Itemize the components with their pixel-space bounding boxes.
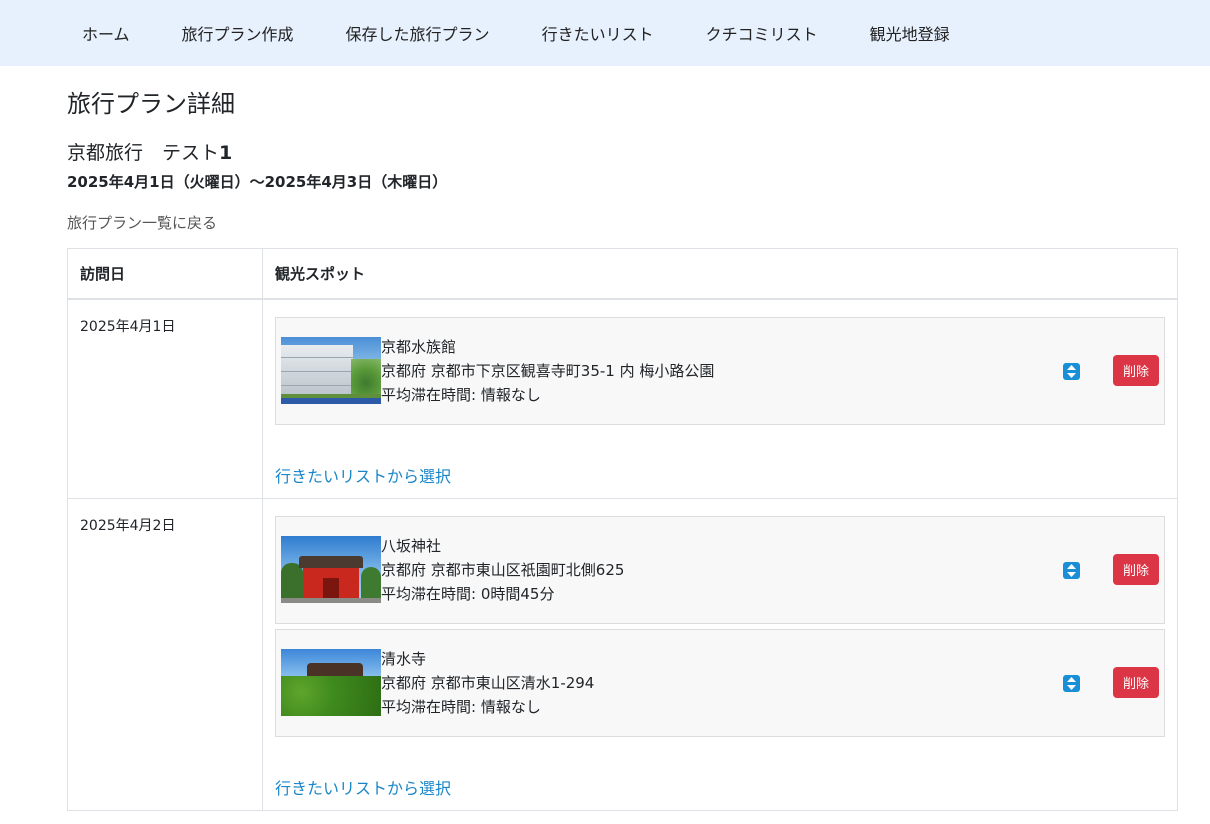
spot-name: 京都水族館 bbox=[381, 337, 457, 356]
nav-saved-plans[interactable]: 保存した旅行プラン bbox=[320, 21, 516, 45]
spot-stay-time: 平均滞在時間: 情報なし bbox=[381, 385, 541, 404]
delete-button[interactable]: 削除 bbox=[1113, 553, 1159, 585]
visit-date: 2025年4月1日 bbox=[67, 298, 263, 499]
spot-stay-time: 平均滞在時間: 0時間45分 bbox=[381, 584, 555, 603]
plan-dates: 2025年4月1日（火曜日）〜2025年4月3日（木曜日） bbox=[67, 173, 448, 191]
plan-name-text: 京都旅行 テスト bbox=[67, 142, 220, 164]
page-title: 旅行プラン詳細 bbox=[67, 90, 235, 118]
spot-info: 京都水族館 京都府 京都市下京区観喜寺町35-1 内 梅小路公園 平均滞在時間:… bbox=[381, 335, 714, 407]
spot-info: 清水寺 京都府 京都市東山区清水1-294 平均滞在時間: 情報なし bbox=[381, 647, 594, 719]
spot-card[interactable]: 京都水族館 京都府 京都市下京区観喜寺町35-1 内 梅小路公園 平均滞在時間:… bbox=[275, 316, 1165, 425]
top-navbar: ホーム 旅行プラン作成 保存した旅行プラン 行きたいリスト クチコミリスト 観光… bbox=[0, 0, 1210, 66]
select-from-wishlist-link[interactable]: 行きたいリストから選択 bbox=[275, 775, 1165, 799]
spot-card[interactable]: 八坂神社 京都府 京都市東山区祇園町北側625 平均滞在時間: 0時間45分 削… bbox=[275, 515, 1165, 624]
main-content: 旅行プラン詳細 京都旅行 テスト1 2025年4月1日（火曜日）〜2025年4月… bbox=[0, 88, 1178, 811]
nav-register-spot[interactable]: 観光地登録 bbox=[844, 21, 976, 45]
spot-name: 清水寺 bbox=[381, 649, 427, 668]
sort-arrows-icon[interactable] bbox=[1063, 362, 1080, 380]
spot-address: 京都府 京都市東山区祇園町北側625 bbox=[381, 560, 625, 579]
visit-date: 2025年4月2日 bbox=[67, 497, 263, 811]
spot-stay-time: 平均滞在時間: 情報なし bbox=[381, 697, 541, 716]
spot-address: 京都府 京都市下京区観喜寺町35-1 内 梅小路公園 bbox=[381, 361, 715, 380]
spot-info: 八坂神社 京都府 京都市東山区祇園町北側625 平均滞在時間: 0時間45分 bbox=[381, 534, 624, 606]
spot-list: 京都水族館 京都府 京都市下京区観喜寺町35-1 内 梅小路公園 平均滞在時間:… bbox=[262, 298, 1178, 499]
table-header-row: 訪問日 観光スポット bbox=[67, 248, 1178, 300]
spot-photo-aquarium bbox=[281, 337, 381, 404]
spot-photo-shrine bbox=[281, 536, 381, 603]
table-row: 2025年4月2日 八坂神社 京都府 京都市東山区祇園町北側625 平均滞在時間… bbox=[67, 497, 1178, 811]
spot-card[interactable]: 清水寺 京都府 京都市東山区清水1-294 平均滞在時間: 情報なし 削除 bbox=[275, 628, 1165, 737]
plan-table: 訪問日 観光スポット 2025年4月1日 京都水族館 京都府 京都市下京区観喜寺… bbox=[67, 248, 1178, 811]
nav-create-plan[interactable]: 旅行プラン作成 bbox=[156, 21, 320, 45]
plan-name-number: 1 bbox=[219, 142, 233, 164]
delete-button[interactable]: 削除 bbox=[1113, 666, 1159, 698]
back-to-plan-list-link[interactable]: 旅行プラン一覧に戻る bbox=[67, 211, 217, 235]
spot-photo-temple bbox=[281, 649, 381, 716]
spot-name: 八坂神社 bbox=[381, 536, 442, 555]
nav-wishlist[interactable]: 行きたいリスト bbox=[516, 21, 680, 45]
nav-reviews[interactable]: クチコミリスト bbox=[680, 21, 844, 45]
plan-name: 京都旅行 テスト1 bbox=[67, 140, 1177, 166]
header-visit-date: 訪問日 bbox=[67, 248, 263, 300]
sort-arrows-icon[interactable] bbox=[1063, 561, 1080, 579]
delete-button[interactable]: 削除 bbox=[1113, 354, 1159, 386]
spot-list: 八坂神社 京都府 京都市東山区祇園町北側625 平均滞在時間: 0時間45分 削… bbox=[262, 497, 1178, 811]
spot-address: 京都府 京都市東山区清水1-294 bbox=[381, 673, 595, 692]
header-spots: 観光スポット bbox=[262, 248, 1178, 300]
select-from-wishlist-link[interactable]: 行きたいリストから選択 bbox=[275, 463, 1165, 487]
table-row: 2025年4月1日 京都水族館 京都府 京都市下京区観喜寺町35-1 内 梅小路… bbox=[67, 298, 1178, 499]
sort-arrows-icon[interactable] bbox=[1063, 674, 1080, 692]
nav-home[interactable]: ホーム bbox=[56, 21, 156, 45]
